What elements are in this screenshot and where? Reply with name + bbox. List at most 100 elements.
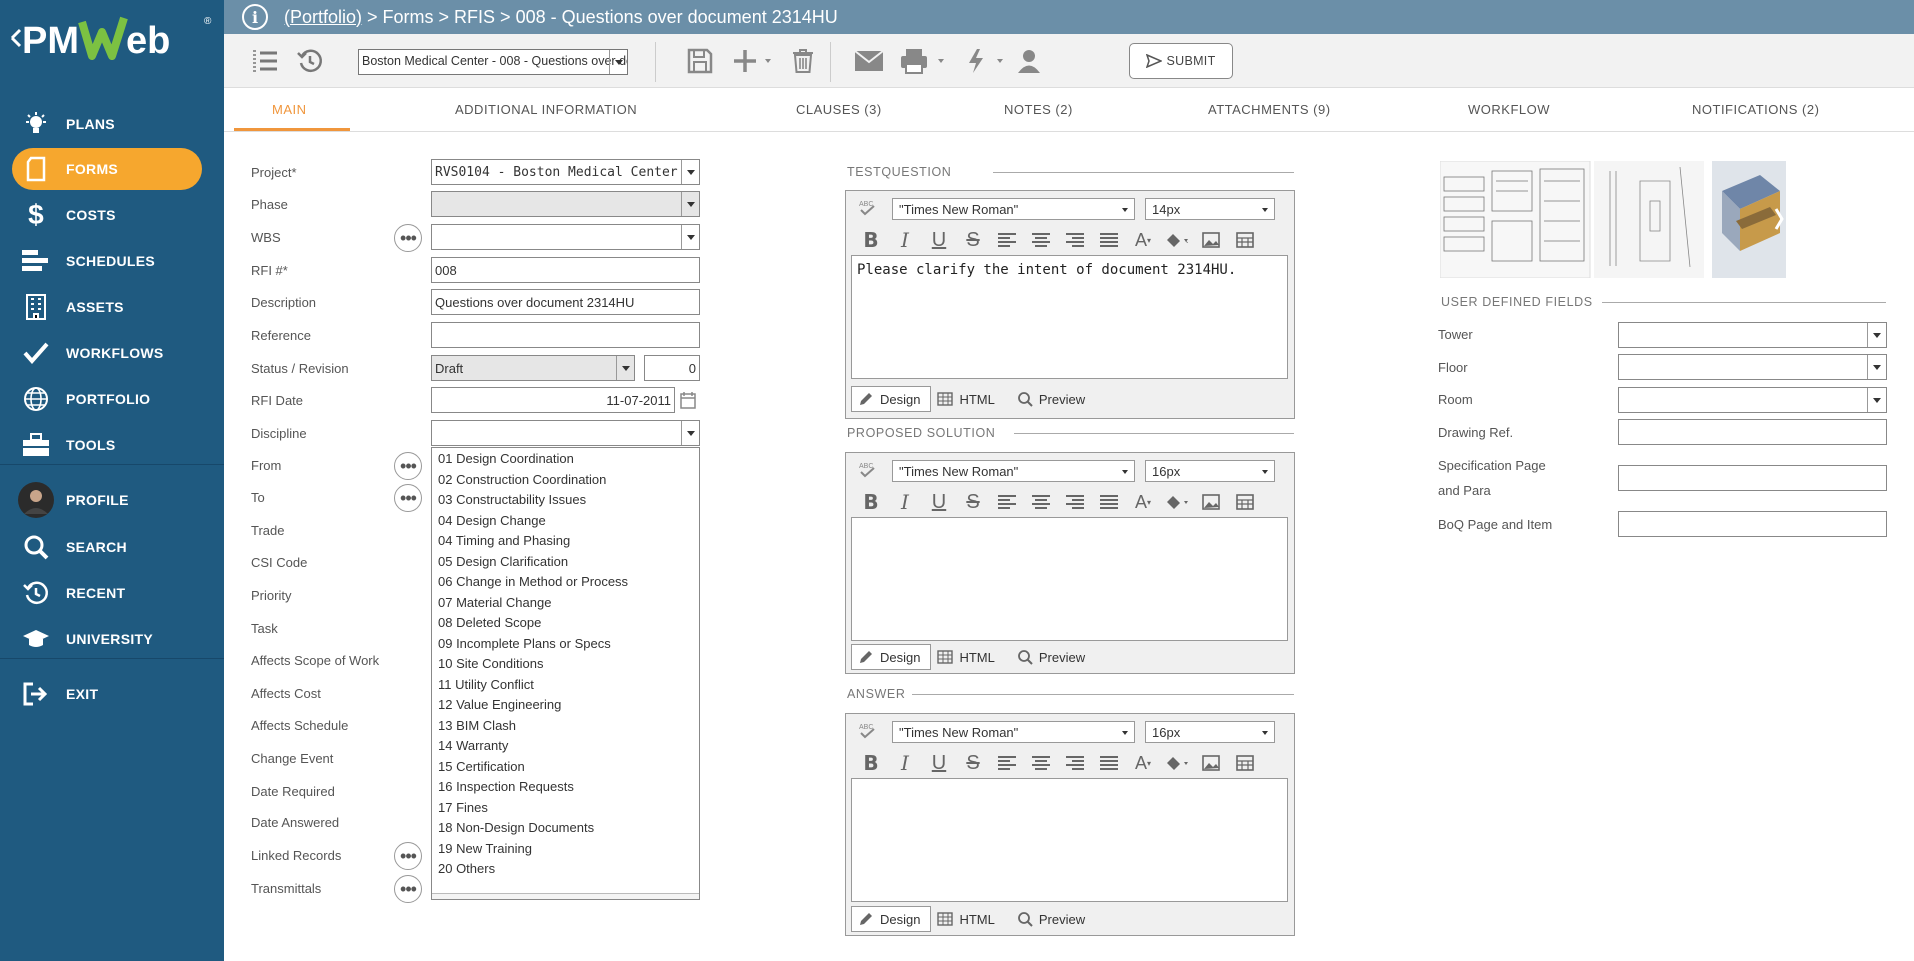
dropdown-option[interactable]: 20 Others bbox=[438, 861, 495, 876]
bold-icon[interactable]: B bbox=[854, 228, 888, 252]
rfi-date-input[interactable]: 11-07-2011 bbox=[431, 387, 675, 413]
spellcheck-icon[interactable]: ABC bbox=[858, 199, 876, 217]
bold-icon[interactable]: B bbox=[854, 490, 888, 514]
font-color-icon[interactable]: A ▾ bbox=[1126, 228, 1160, 252]
nav-recent[interactable]: RECENT bbox=[12, 572, 202, 614]
history-icon[interactable] bbox=[294, 44, 326, 78]
table-icon[interactable] bbox=[1228, 228, 1262, 252]
lightning-icon[interactable] bbox=[964, 44, 1008, 78]
revision-input[interactable]: 0 bbox=[644, 355, 700, 381]
font-color-icon[interactable]: A ▾ bbox=[1126, 490, 1160, 514]
add-icon[interactable] bbox=[732, 44, 772, 78]
chevron-down-icon[interactable] bbox=[681, 192, 699, 216]
wbs-select[interactable] bbox=[431, 224, 700, 250]
drawing-ref-input[interactable] bbox=[1618, 419, 1887, 445]
nav-portfolio[interactable]: PORTFOLIO bbox=[12, 378, 202, 420]
status-select[interactable]: Draft bbox=[431, 355, 635, 381]
justify-icon[interactable] bbox=[1092, 751, 1126, 775]
design-mode-button[interactable]: Design bbox=[851, 644, 932, 670]
design-mode-button[interactable]: Design bbox=[851, 386, 932, 412]
align-center-icon[interactable] bbox=[1024, 228, 1058, 252]
nav-profile[interactable]: PROFILE bbox=[12, 479, 202, 521]
nav-assets[interactable]: ASSETS bbox=[12, 286, 202, 328]
submit-button[interactable]: SUBMIT bbox=[1129, 43, 1233, 79]
font-size-select[interactable]: 16px bbox=[1145, 460, 1275, 482]
proposed-solution-text-area[interactable] bbox=[851, 517, 1288, 641]
html-mode-button[interactable]: HTML bbox=[931, 644, 1004, 670]
font-size-select[interactable]: 14px bbox=[1145, 198, 1275, 220]
model-thumbnail[interactable] bbox=[1712, 161, 1786, 278]
preview-mode-button[interactable]: Preview bbox=[1011, 906, 1095, 932]
dropdown-option[interactable]: 04 Design Change bbox=[438, 513, 546, 528]
align-right-icon[interactable] bbox=[1058, 228, 1092, 252]
html-mode-button[interactable]: HTML bbox=[931, 906, 1004, 932]
align-left-icon[interactable] bbox=[990, 228, 1024, 252]
nav-search[interactable]: SEARCH bbox=[12, 526, 202, 568]
tab-main[interactable]: MAIN bbox=[272, 102, 307, 117]
print-icon[interactable] bbox=[900, 44, 948, 78]
info-icon[interactable]: i bbox=[242, 4, 268, 30]
breadcrumb-portfolio-link[interactable]: (Portfolio) bbox=[284, 7, 362, 27]
table-icon[interactable] bbox=[1228, 490, 1262, 514]
align-left-icon[interactable] bbox=[990, 751, 1024, 775]
align-center-icon[interactable] bbox=[1024, 490, 1058, 514]
align-right-icon[interactable] bbox=[1058, 751, 1092, 775]
dropdown-option[interactable]: 17 Fines bbox=[438, 800, 488, 812]
align-left-icon[interactable] bbox=[990, 490, 1024, 514]
tab-notes[interactable]: NOTES (2) bbox=[1004, 102, 1073, 117]
rfi-number-input[interactable]: 008 bbox=[431, 257, 700, 283]
nav-costs[interactable]: $ COSTS bbox=[12, 194, 202, 236]
discipline-select[interactable] bbox=[431, 420, 700, 446]
boq-page-input[interactable] bbox=[1618, 511, 1887, 537]
chevron-down-icon[interactable] bbox=[681, 225, 699, 249]
drawing-thumbnail-2[interactable] bbox=[1594, 161, 1704, 278]
nav-exit[interactable]: EXIT bbox=[12, 673, 202, 715]
user-icon[interactable] bbox=[1014, 44, 1044, 78]
dropdown-option[interactable]: 16 Inspection Requests bbox=[438, 779, 574, 794]
from-lookup-button[interactable]: ••• bbox=[394, 452, 422, 480]
dropdown-option[interactable]: 11 Utility Conflict bbox=[438, 677, 534, 692]
italic-icon[interactable]: I bbox=[888, 490, 922, 514]
underline-icon[interactable]: U bbox=[922, 228, 956, 252]
dropdown-option[interactable]: 06 Change in Method or Process bbox=[438, 574, 628, 589]
strikethrough-icon[interactable]: S bbox=[956, 751, 990, 775]
specification-page-input[interactable] bbox=[1618, 465, 1887, 491]
save-icon[interactable] bbox=[683, 44, 717, 78]
font-size-select[interactable]: 16px bbox=[1145, 721, 1275, 743]
tab-additional-information[interactable]: ADDITIONAL INFORMATION bbox=[455, 102, 637, 117]
underline-icon[interactable]: U bbox=[922, 490, 956, 514]
italic-icon[interactable]: I bbox=[888, 228, 922, 252]
align-right-icon[interactable] bbox=[1058, 490, 1092, 514]
dropdown-option[interactable]: 05 Design Clarification bbox=[438, 554, 568, 569]
testquestion-text-area[interactable]: Please clarify the intent of document 23… bbox=[851, 255, 1288, 379]
dropdown-option[interactable]: 02 Construction Coordination bbox=[438, 472, 606, 487]
to-lookup-button[interactable]: ••• bbox=[394, 484, 422, 512]
answer-text-area[interactable] bbox=[851, 778, 1288, 902]
email-icon[interactable] bbox=[853, 44, 885, 78]
image-icon[interactable] bbox=[1194, 751, 1228, 775]
dropdown-option[interactable]: 03 Constructability Issues bbox=[438, 492, 586, 507]
nav-schedules[interactable]: SCHEDULES bbox=[12, 240, 202, 282]
dropdown-option[interactable]: 19 New Training bbox=[438, 841, 532, 856]
underline-icon[interactable]: U bbox=[922, 751, 956, 775]
tower-select[interactable] bbox=[1618, 322, 1887, 348]
nav-tools[interactable]: TOOLS bbox=[12, 424, 202, 466]
tab-notifications[interactable]: NOTIFICATIONS (2) bbox=[1692, 102, 1819, 117]
dropdown-option[interactable]: 15 Certification bbox=[438, 759, 525, 774]
floor-select[interactable] bbox=[1618, 354, 1887, 380]
fill-color-icon[interactable] bbox=[1160, 228, 1194, 252]
dropdown-option[interactable]: 01 Design Coordination bbox=[438, 451, 574, 466]
calendar-icon[interactable] bbox=[680, 391, 696, 409]
spellcheck-icon[interactable]: ABC bbox=[858, 722, 876, 740]
tab-attachments[interactable]: ATTACHMENTS (9) bbox=[1208, 102, 1331, 117]
dropdown-option[interactable]: 14 Warranty bbox=[438, 738, 508, 753]
list-view-icon[interactable] bbox=[250, 44, 280, 78]
chevron-down-icon[interactable] bbox=[681, 160, 699, 184]
dropdown-option[interactable]: 07 Material Change bbox=[438, 595, 551, 610]
font-family-select[interactable]: "Times New Roman" bbox=[892, 198, 1135, 220]
bold-icon[interactable]: B bbox=[854, 751, 888, 775]
transmittals-button[interactable]: ••• bbox=[394, 875, 422, 903]
wbs-lookup-button[interactable]: ••• bbox=[394, 224, 422, 252]
font-color-icon[interactable]: A ▾ bbox=[1126, 751, 1160, 775]
phase-select[interactable] bbox=[431, 191, 700, 217]
